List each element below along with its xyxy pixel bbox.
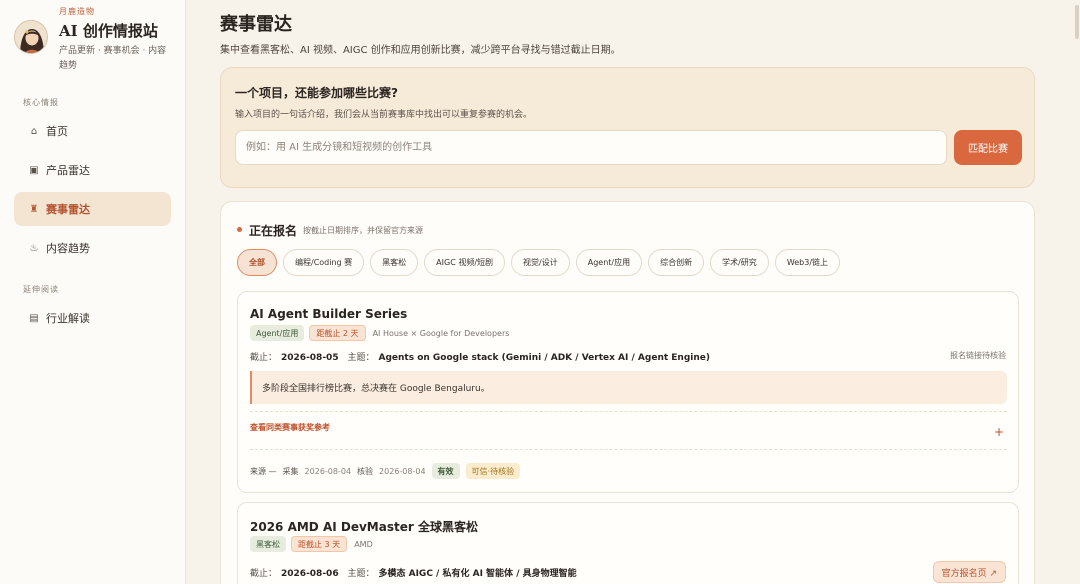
divider (250, 449, 1007, 450)
panel-title: 正在报名 (249, 224, 298, 238)
brand[interactable]: 月鹿造物 AI 创作情报站 产品更新 · 赛事机会 · 内容趋势 (14, 6, 182, 78)
filter-chip-visual-design[interactable]: 视觉/设计 (511, 249, 570, 276)
event-footer: 来源 — 采集 2026-08-04 核验 2026-08-04 有效 可信·待… (250, 463, 521, 479)
brand-subtitle: 产品更新 · 赛事机会 · 内容趋势 (59, 46, 167, 71)
sidebar-item-industry-reading[interactable]: ▤ 行业解读 (14, 301, 171, 335)
filter-chip-agent-app[interactable]: Agent/应用 (575, 249, 643, 276)
filter-chip-all[interactable]: 全部 (237, 249, 277, 276)
validity-badge: 有效 (431, 463, 460, 479)
event-theme: Agents on Google stack (Gemini / ADK / V… (378, 353, 710, 363)
trend-icon: ♨ (29, 242, 39, 254)
event-meta: 截止： 2026-08-05 主题： Agents on Google stack … (250, 350, 716, 363)
filter-chip-aigc-video[interactable]: AIGC 视频/短剧 (424, 249, 506, 276)
project-matcher-card: 一个项目，还能参加哪些比赛? 输入项目的一句话介绍，我们会从当前赛事库中找出可以… (220, 67, 1035, 188)
category-badge: 黑客松 (250, 536, 286, 552)
sidebar-item-home[interactable]: ⌂ 首页 (14, 114, 171, 148)
nav-section-extended: 延伸阅读 (23, 285, 59, 294)
filter-chip-hackathon[interactable]: 黑客松 (370, 249, 419, 276)
sidebar-item-label: 行业解读 (46, 312, 90, 325)
award-reference-link[interactable]: 查看同类赛事获奖参考 (250, 422, 330, 433)
page-subtitle: 集中查看黑客松、AI 视频、AIGC 创作和应用创新比赛，减少跨平台寻找与错过截… (220, 45, 621, 56)
matcher-title: 一个项目，还能参加哪些比赛? (235, 86, 398, 100)
collected-label: 采集 (282, 466, 299, 476)
trophy-icon: ♜ (29, 203, 39, 215)
source-label: 来源 — (250, 466, 277, 476)
deadline-label: 截止： (250, 353, 278, 363)
avatar (14, 20, 48, 54)
sidebar-item-label: 内容趋势 (46, 242, 90, 255)
brand-title: AI 创作情报站 (59, 22, 158, 40)
event-theme: 多模态 AIGC / 私有化 AI 智能体 / 具身物理智能 (378, 569, 577, 579)
event-organizer: AI House × Google for Developers (372, 328, 510, 338)
trust-badge: 可信·待核验 (465, 463, 521, 479)
filter-chip-general-innovation[interactable]: 综合创新 (648, 249, 705, 276)
radar-icon: ▣ (29, 164, 39, 176)
deadline-date: 2026-08-06 (281, 569, 339, 579)
sidebar: 月鹿造物 AI 创作情报站 产品更新 · 赛事机会 · 内容趋势 核心情报 ⌂ … (0, 0, 186, 584)
deadline-date: 2026-08-05 (281, 353, 339, 363)
event-tags: 黑客松 距截止 3 天 AMD (250, 536, 373, 552)
verified-date: 2026-08-04 (379, 466, 426, 476)
page-title: 赛事雷达 (220, 14, 292, 35)
open-registration-panel: 正在报名 按截止日期排序，并保留官方来源 全部 编程/Coding 赛 黑客松 … (220, 201, 1035, 584)
match-events-button[interactable]: 匹配比赛 (954, 130, 1022, 165)
brand-tagline: 月鹿造物 (59, 7, 95, 16)
filter-chip-academic[interactable]: 学术/研究 (710, 249, 769, 276)
event-meta: 截止： 2026-08-06 主题： 多模态 AIGC / 私有化 AI 智能体 /… (250, 566, 583, 579)
page-scrollbar[interactable] (1075, 5, 1079, 39)
divider (250, 411, 1007, 412)
filter-chip-coding[interactable]: 编程/Coding 赛 (283, 249, 365, 276)
event-name[interactable]: 2026 AMD AI DevMaster 全球黑客松 (250, 518, 478, 535)
nav-section-core: 核心情报 (23, 98, 59, 107)
status-dot-icon (237, 227, 242, 232)
sidebar-item-product-radar[interactable]: ▣ 产品雷达 (14, 153, 171, 187)
sidebar-item-content-trends[interactable]: ♨ 内容趋势 (14, 231, 171, 265)
verified-label: 核验 (357, 466, 374, 476)
theme-label: 主题： (347, 353, 375, 363)
category-badge: Agent/应用 (250, 325, 305, 341)
deadline-countdown-badge: 距截止 2 天 (309, 325, 366, 341)
deadline-label: 截止： (250, 569, 278, 579)
expand-plus-icon[interactable]: + (994, 425, 1004, 439)
registration-link-status: 报名链接待核验 (950, 351, 1006, 360)
event-organizer: AMD (354, 539, 373, 549)
event-note: 多阶段全国排行榜比赛，总决赛在 Google Bengaluru。 (250, 371, 1007, 404)
matcher-description: 输入项目的一句话介绍，我们会从当前赛事库中找出可以重复参赛的机会。 (235, 110, 533, 120)
panel-subtitle: 按截止日期排序，并保留官方来源 (303, 226, 423, 235)
sidebar-item-event-radar[interactable]: ♜ 赛事雷达 (14, 192, 171, 226)
project-description-input[interactable] (235, 130, 947, 165)
event-card[interactable]: AI Agent Builder Series Agent/应用 距截止 2 天… (237, 291, 1019, 493)
sidebar-item-label: 赛事雷达 (46, 203, 90, 216)
official-registration-button[interactable]: 官方报名页 ↗ (932, 561, 1006, 583)
event-tags: Agent/应用 距截止 2 天 AI House × Google for D… (250, 325, 509, 341)
sidebar-item-label: 产品雷达 (46, 164, 90, 177)
event-name[interactable]: AI Agent Builder Series (250, 307, 407, 321)
deadline-countdown-badge: 距截止 3 天 (291, 536, 348, 552)
theme-label: 主题： (347, 569, 375, 579)
sidebar-item-label: 首页 (46, 125, 68, 138)
home-icon: ⌂ (30, 125, 38, 137)
filter-chip-web3[interactable]: Web3/链上 (774, 249, 841, 276)
category-filter-bar: 全部 编程/Coding 赛 黑客松 AIGC 视频/短剧 视觉/设计 Agen… (237, 249, 841, 277)
event-card[interactable]: 2026 AMD AI DevMaster 全球黑客松 黑客松 距截止 3 天 … (237, 502, 1019, 584)
collected-date: 2026-08-04 (304, 466, 352, 476)
document-icon: ▤ (29, 312, 39, 324)
